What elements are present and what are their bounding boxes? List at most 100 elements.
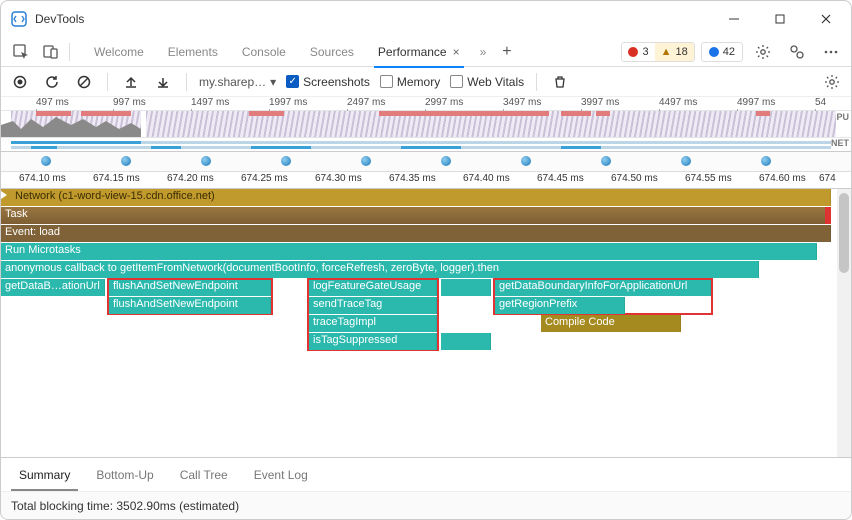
settings-icon[interactable] xyxy=(749,38,777,66)
window-maximize-button[interactable] xyxy=(757,1,803,37)
ruler-tick: 674 xyxy=(819,173,836,184)
flame-scrollbar[interactable] xyxy=(837,189,851,457)
panel-tabstrip: Welcome Elements Console Sources Perform… xyxy=(1,37,851,67)
flame-get-boundary[interactable]: getDataBoundaryInfoForApplicationUrl xyxy=(495,279,711,296)
network-track-header[interactable]: Network (c1-word-view-15.cdn.office.net) xyxy=(1,189,831,206)
memory-checkbox[interactable]: Memory xyxy=(380,75,440,89)
flame-run-microtasks[interactable]: Run Microtasks xyxy=(1,243,817,260)
ruler-tick: 4497 ms xyxy=(659,97,697,108)
flame-flush1[interactable]: flushAndSetNewEndpoint xyxy=(109,279,271,296)
track-label: Network xyxy=(15,190,55,202)
tab-label: Bottom-Up xyxy=(96,468,153,482)
tab-label: Call Tree xyxy=(180,468,228,482)
tab-label: Event Log xyxy=(254,468,308,482)
errors-badge[interactable]: 3 xyxy=(622,43,654,61)
warnings-badge[interactable]: ▲18 xyxy=(655,43,694,61)
devtools-window: DevTools Welcome Elements Console Source… xyxy=(0,0,852,520)
details-tab-eventlog[interactable]: Event Log xyxy=(242,458,320,491)
flame-anon-callback[interactable]: anonymous callback to getItemFromNetwork… xyxy=(1,261,759,278)
screenshot-thumb xyxy=(681,156,691,166)
perf-settings-icon[interactable] xyxy=(821,71,843,93)
more-menu-icon[interactable] xyxy=(817,38,845,66)
warnings-count: 18 xyxy=(676,46,688,58)
screenshot-strip[interactable] xyxy=(1,152,851,172)
details-tab-bottomup[interactable]: Bottom-Up xyxy=(84,458,165,491)
flame-log-feature[interactable]: logFeatureGateUsage xyxy=(309,279,437,296)
net-label: NET xyxy=(831,138,849,148)
window-title: DevTools xyxy=(35,12,84,26)
overview-pane[interactable]: 497 ms 997 ms 1497 ms 1997 ms 2497 ms 29… xyxy=(1,97,851,152)
gc-button[interactable] xyxy=(549,71,571,93)
window-minimize-button[interactable] xyxy=(711,1,757,37)
inspect-element-icon[interactable] xyxy=(7,38,35,66)
flame-flush2[interactable]: flushAndSetNewEndpoint xyxy=(109,297,271,314)
status-text: Total blocking time: 3502.90ms (estimate… xyxy=(11,499,239,513)
messages-badge[interactable]: 42 xyxy=(701,42,743,62)
tab-label: Performance xyxy=(378,45,447,59)
ruler-tick: 3497 ms xyxy=(503,97,541,108)
flame-get-data-b[interactable]: getDataB…ationUrl xyxy=(1,279,105,296)
load-profile-button[interactable] xyxy=(120,71,142,93)
tab-welcome[interactable]: Welcome xyxy=(82,37,156,67)
ruler-tick: 674.10 ms xyxy=(19,173,66,184)
tab-sources[interactable]: Sources xyxy=(298,37,366,67)
tab-console[interactable]: Console xyxy=(230,37,298,67)
screenshot-thumb xyxy=(361,156,371,166)
device-toolbar-icon[interactable] xyxy=(37,38,65,66)
ruler-tick: 674.45 ms xyxy=(537,173,584,184)
screenshot-thumb xyxy=(121,156,131,166)
errors-count: 3 xyxy=(642,46,648,58)
scrollbar-thumb[interactable] xyxy=(839,193,849,273)
screenshots-checkbox[interactable]: ✓Screenshots xyxy=(286,75,370,89)
add-tab-button[interactable]: + xyxy=(494,37,519,67)
webvitals-checkbox[interactable]: Web Vitals xyxy=(450,75,524,89)
flame-slice[interactable] xyxy=(441,333,491,350)
window-close-button[interactable] xyxy=(803,1,849,37)
save-profile-button[interactable] xyxy=(152,71,174,93)
tab-elements[interactable]: Elements xyxy=(156,37,230,67)
flame-slice[interactable] xyxy=(441,279,491,296)
messages-count: 42 xyxy=(723,46,735,58)
flame-send-trace[interactable]: sendTraceTag xyxy=(309,297,437,314)
tab-label: Summary xyxy=(19,468,70,482)
details-tab-calltree[interactable]: Call Tree xyxy=(168,458,240,491)
status-bar: Total blocking time: 3502.90ms (estimate… xyxy=(1,491,851,519)
ruler-tick: 674.50 ms xyxy=(611,173,658,184)
flame-get-region[interactable]: getRegionPrefix xyxy=(495,297,625,314)
ruler-tick: 674.35 ms xyxy=(389,173,436,184)
tab-label: Welcome xyxy=(94,45,144,59)
ruler-tick: 54 xyxy=(815,97,826,108)
overview-cpu-track: CPU xyxy=(1,111,851,137)
fine-ruler: 674.10 ms 674.15 ms 674.20 ms 674.25 ms … xyxy=(1,172,851,189)
tabs-overflow-button[interactable]: » xyxy=(472,37,495,67)
flame-task[interactable]: Task xyxy=(1,207,831,224)
ruler-tick: 674.40 ms xyxy=(463,173,510,184)
flame-trace-impl[interactable]: traceTagImpl xyxy=(309,315,437,332)
issues-badge-group[interactable]: 3 ▲18 xyxy=(621,42,694,62)
checkbox-label: Memory xyxy=(397,75,440,89)
ruler-tick: 674.15 ms xyxy=(93,173,140,184)
tab-close-icon[interactable]: × xyxy=(453,45,460,59)
screenshot-thumb xyxy=(601,156,611,166)
tab-performance[interactable]: Performance × xyxy=(366,37,472,67)
screenshot-thumb xyxy=(281,156,291,166)
flame-event-load[interactable]: Event: load xyxy=(1,225,831,242)
long-task-marker xyxy=(825,207,831,224)
flame-compile-code[interactable]: Compile Code xyxy=(541,315,681,332)
reload-record-button[interactable] xyxy=(41,71,63,93)
flame-chart[interactable]: Network (c1-word-view-15.cdn.office.net)… xyxy=(1,189,851,457)
tab-label: Console xyxy=(242,45,286,59)
clear-button[interactable] xyxy=(73,71,95,93)
ruler-tick: 674.60 ms xyxy=(759,173,806,184)
titlebar: DevTools xyxy=(1,1,851,37)
screenshot-thumb xyxy=(521,156,531,166)
checkbox-label: Screenshots xyxy=(303,75,370,89)
details-tab-summary[interactable]: Summary xyxy=(7,458,82,491)
plus-icon: + xyxy=(502,43,511,61)
track-label-suffix: (c1-word-view-15.cdn.office.net) xyxy=(58,190,214,202)
record-button[interactable] xyxy=(9,71,31,93)
profile-selector[interactable]: my.sharep…▾ xyxy=(199,75,276,89)
flame-is-tag-suppressed[interactable]: isTagSuppressed xyxy=(309,333,437,350)
ruler-tick: 674.25 ms xyxy=(241,173,288,184)
feedback-icon[interactable] xyxy=(783,38,811,66)
